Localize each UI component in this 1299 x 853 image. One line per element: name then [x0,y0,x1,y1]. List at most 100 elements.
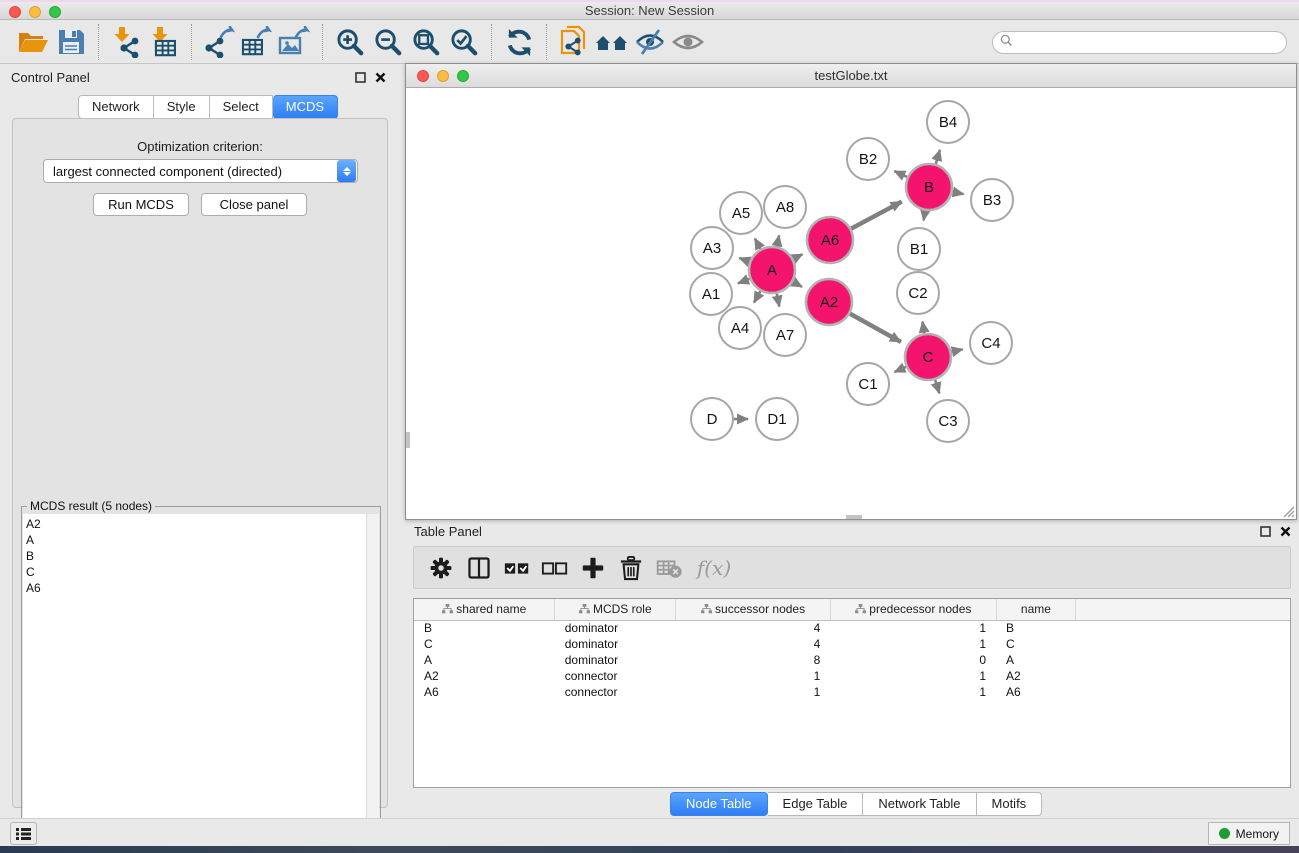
double-house-icon[interactable] [593,25,631,59]
column-header-name[interactable]: name [996,599,1076,620]
mcds-result-item[interactable]: A6 [26,580,368,596]
cell-name[interactable]: A2 [996,668,1076,684]
cell-predecessor-nodes[interactable]: 1 [830,620,996,636]
cell-predecessor-nodes[interactable]: 1 [830,684,996,700]
cell-filler [1076,652,1290,668]
export-image-icon[interactable] [276,25,314,59]
close-panel-icon[interactable] [372,69,388,85]
trash-icon[interactable] [614,553,648,583]
unchecked-boxes-icon[interactable] [538,553,572,583]
cell-name[interactable]: A6 [996,684,1076,700]
refresh-icon[interactable] [500,25,538,59]
cell-successor-nodes[interactable]: 8 [676,652,831,668]
close-table-panel-icon[interactable] [1277,523,1293,539]
close-window-button[interactable] [9,6,21,18]
tab-mcds[interactable]: MCDS [273,95,338,119]
tab-select[interactable]: Select [210,95,273,119]
table-row[interactable]: Cdominator41C [414,636,1290,652]
network-window-titlebar[interactable]: testGlobe.txt [406,64,1296,88]
import-table-icon[interactable] [145,25,183,59]
column-header-shared-name[interactable]: shared name [414,599,555,620]
close-panel-button[interactable]: Close panel [201,193,307,216]
export-table-icon[interactable] [238,25,276,59]
cell-name[interactable]: C [996,636,1076,652]
float-table-panel-icon[interactable] [1257,523,1273,539]
table-row[interactable]: Bdominator41B [414,620,1290,636]
mcds-result-item[interactable]: A [26,532,368,548]
open-icon[interactable] [14,25,52,59]
cell-successor-nodes[interactable]: 1 [676,684,831,700]
cell-name[interactable]: A [996,652,1076,668]
save-icon[interactable] [52,25,90,59]
network-close-button[interactable] [417,70,429,82]
dropdown-stepper-icon [337,160,356,182]
tab-network[interactable]: Network [78,95,154,119]
cell-name[interactable]: B [996,620,1076,636]
cell-shared-name[interactable]: A [414,652,555,668]
zoom-fit-icon[interactable] [407,25,445,59]
tab-style[interactable]: Style [154,95,210,119]
mcds-list-scrollbar[interactable] [366,514,379,844]
cell-MCDS-role[interactable]: connector [555,668,676,684]
column-header-predecessor-nodes[interactable]: predecessor nodes [830,599,996,620]
cell-shared-name[interactable]: C [414,636,555,652]
cell-MCDS-role[interactable]: dominator [555,636,676,652]
cell-MCDS-role[interactable]: dominator [555,620,676,636]
tab-node-table[interactable]: Node Table [670,792,768,816]
run-mcds-button[interactable]: Run MCDS [93,193,189,216]
mcds-result-item[interactable]: C [26,564,368,580]
network-maximize-button[interactable] [457,70,469,82]
cell-predecessor-nodes[interactable]: 0 [830,652,996,668]
cell-MCDS-role[interactable]: connector [555,684,676,700]
tab-edge-table[interactable]: Edge Table [768,792,864,816]
table-row[interactable]: A2connector11A2 [414,668,1290,684]
table-row[interactable]: A6connector11A6 [414,684,1290,700]
import-network-icon[interactable] [107,25,145,59]
export-network-icon[interactable] [200,25,238,59]
search-input[interactable] [1013,32,1286,53]
table-columns-icon[interactable] [462,553,496,583]
network-hscroll-thumb[interactable] [846,515,862,519]
mcds-result-item[interactable]: A2 [26,516,368,532]
window-resize-grip[interactable] [1282,505,1295,518]
column-header-successor-nodes[interactable]: successor nodes [676,599,831,620]
zoom-out-icon[interactable] [369,25,407,59]
cell-shared-name[interactable]: A6 [414,684,555,700]
column-header-MCDS-role[interactable]: MCDS role [555,599,676,620]
desktop-background [0,846,1299,853]
cell-predecessor-nodes[interactable]: 1 [830,636,996,652]
checked-boxes-icon[interactable] [500,553,534,583]
network-from-file-icon[interactable] [555,25,593,59]
cell-successor-nodes[interactable]: 4 [676,620,831,636]
eye-slash-icon[interactable] [631,25,669,59]
maximize-window-button[interactable] [49,6,61,18]
app-title: Session: New Session [0,2,1299,19]
cell-shared-name[interactable]: A2 [414,668,555,684]
cell-predecessor-nodes[interactable]: 1 [830,668,996,684]
eye-icon[interactable] [669,25,707,59]
mcds-result-item[interactable]: B [26,548,368,564]
tab-network-table[interactable]: Network Table [863,792,976,816]
mcds-result-list[interactable]: A2ABCA6 [23,514,368,844]
cell-successor-nodes[interactable]: 1 [676,668,831,684]
node-label-A1: A1 [702,286,720,303]
search-box[interactable] [992,31,1287,54]
network-canvas[interactable]: B4B2BB3A8A5A6A3B1AC2A1A2A4A7C4CC1C3DD1 [406,89,1296,519]
cell-successor-nodes[interactable]: 4 [676,636,831,652]
tab-motifs[interactable]: Motifs [977,792,1043,816]
memory-button[interactable]: Memory [1208,822,1290,845]
criterion-dropdown[interactable]: largest connected component (directed) [43,159,358,183]
task-history-button[interactable] [10,822,37,845]
network-view-window: testGlobe.txt B4B2BB3A8A5A6A3B1AC2A1A2A4… [405,63,1297,520]
table-row[interactable]: Adominator80A [414,652,1290,668]
add-icon[interactable] [576,553,610,583]
cell-MCDS-role[interactable]: dominator [555,652,676,668]
cell-shared-name[interactable]: B [414,620,555,636]
zoom-in-icon[interactable] [331,25,369,59]
network-minimize-button[interactable] [437,70,449,82]
gear-icon[interactable] [424,553,458,583]
minimize-window-button[interactable] [29,6,41,18]
zoom-selected-icon[interactable] [445,25,483,59]
network-vscroll-thumb[interactable] [406,432,410,448]
float-panel-icon[interactable] [352,69,368,85]
